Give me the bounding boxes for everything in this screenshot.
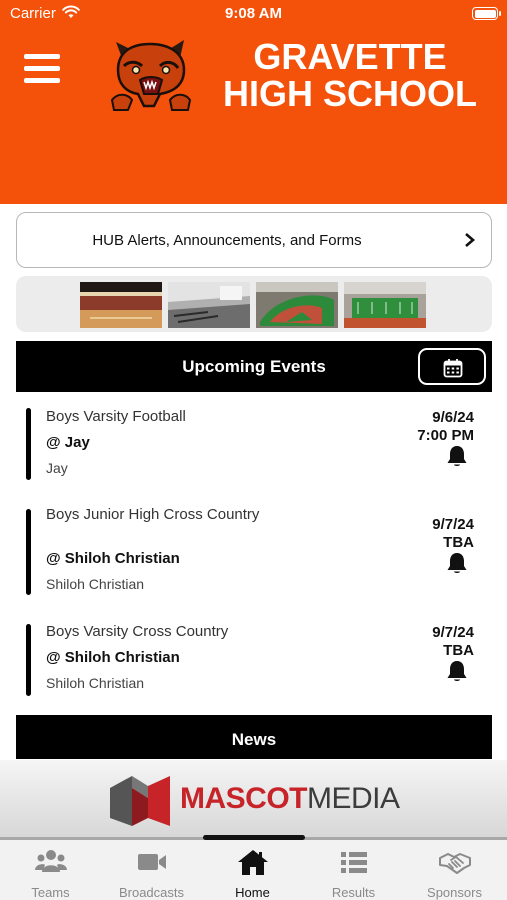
classroom-photo[interactable] [168,282,250,328]
tab-broadcasts[interactable]: Broadcasts [101,840,202,900]
tab-label: Results [331,885,376,900]
sponsor-word-mascot: MASCOT [180,782,308,815]
sponsor-wordmark: MASCOTMEDIA [180,782,400,816]
battery-icon [472,7,501,20]
header: Carrier 9:08 AM GRAVETTE HIGH SCHOOL [0,0,507,204]
list-icon [341,852,367,873]
sponsor-banner[interactable]: MASCOTMEDIA [0,760,507,838]
sponsor-word-media: MEDIA [307,782,400,815]
school-title: GRAVETTE HIGH SCHOOL [205,38,495,112]
gym-interior-photo[interactable] [80,282,162,328]
people-icon [35,850,67,872]
bearcat-mascot-logo [110,40,192,111]
event-opponent: @ Shiloh Christian [46,550,180,567]
baseball-field-photo[interactable] [256,282,338,328]
tab-home[interactable]: Home [202,840,303,900]
clock: 9:08 AM [225,5,282,22]
tab-bar: Teams Broadcasts Home Results Sponsors [0,840,507,900]
tab-results[interactable]: Results [303,840,404,900]
event-divider [26,408,31,480]
event-date: 9/7/24 [432,624,474,641]
event-location: Shiloh Christian [46,576,145,592]
event-sport: Boys Junior High Cross Country [46,506,260,523]
calendar-button[interactable] [418,348,486,385]
tab-sponsors[interactable]: Sponsors [404,840,505,900]
news-header: News [16,715,492,759]
tab-teams[interactable]: Teams [0,840,101,900]
event-location: Jay [46,460,68,476]
event-opponent: @ Jay [46,434,90,451]
upcoming-events-header: Upcoming Events [16,341,492,392]
football-stadium-photo[interactable] [344,282,426,328]
hub-alerts-button[interactable]: HUB Alerts, Announcements, and Forms [16,212,492,268]
tab-label: Sponsors [427,885,482,900]
tab-label: Broadcasts [118,885,185,900]
event-time: TBA [443,642,474,659]
calendar-icon [443,359,463,378]
tab-label: Home [235,885,270,900]
event-item[interactable]: Boys Varsity Football @ Jay Jay 9/6/24 7… [16,402,492,484]
event-sport: Boys Varsity Football [46,408,186,425]
event-time: 7:00 PM [417,427,474,444]
video-camera-icon [138,854,166,870]
event-sport: Boys Varsity Cross Country [46,623,229,640]
tab-label: Teams [31,885,70,900]
school-title-line2: HIGH SCHOOL [222,73,477,114]
event-time: TBA [443,534,474,551]
hub-alerts-label: HUB Alerts, Announcements, and Forms [92,232,362,249]
event-date: 9/6/24 [432,409,474,426]
event-divider [26,624,31,696]
event-item[interactable]: Boys Varsity Cross Country @ Shiloh Chri… [16,622,492,700]
bell-icon[interactable] [446,659,468,683]
mascot-media-logo-icon [110,776,170,826]
event-location: Shiloh Christian [46,675,145,691]
news-title: News [231,730,277,749]
event-item[interactable]: Boys Junior High Cross Country @ Shiloh … [16,505,492,601]
chevron-right-icon [465,233,475,247]
bell-icon[interactable] [446,551,468,575]
photo-gallery [16,276,492,332]
bell-icon[interactable] [446,444,468,468]
handshake-icon [439,853,471,874]
event-opponent: @ Shiloh Christian [46,649,180,666]
event-divider [26,509,31,595]
status-bar: Carrier 9:08 AM [0,0,507,28]
hamburger-menu-icon[interactable] [24,54,60,86]
school-title-line1: GRAVETTE [253,36,447,77]
event-date: 9/7/24 [432,516,474,533]
house-icon [238,850,268,875]
